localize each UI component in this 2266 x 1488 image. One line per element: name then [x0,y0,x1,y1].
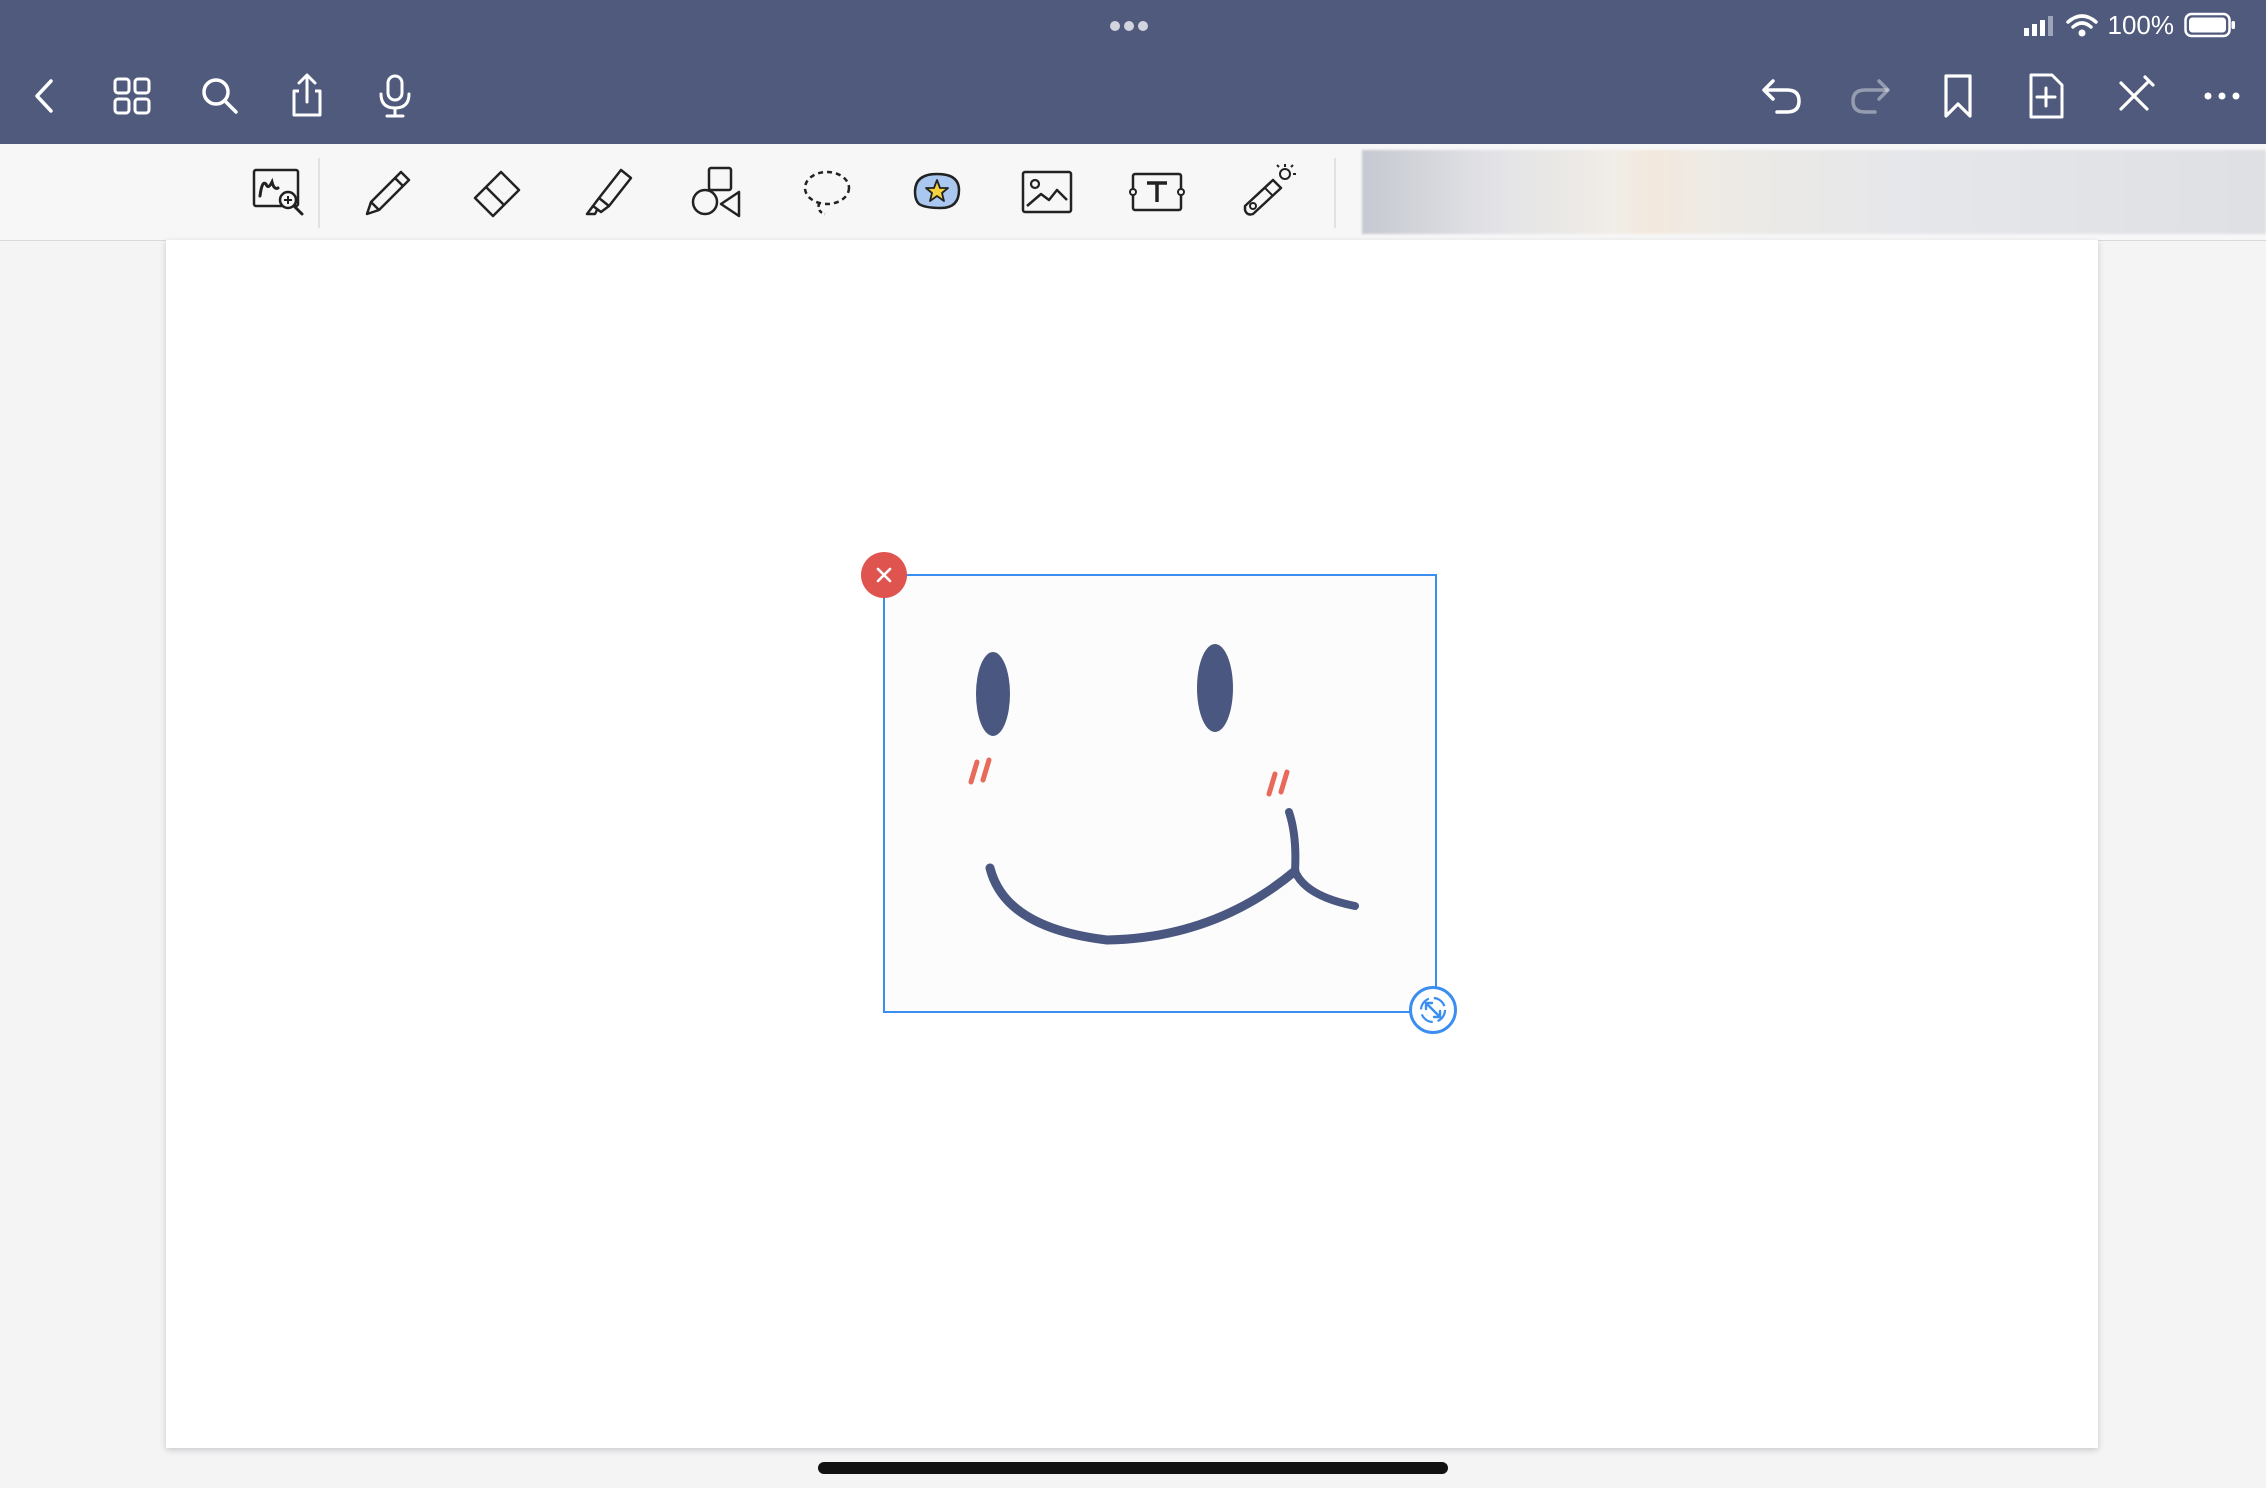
battery-percentage: 100% [2107,9,2175,40]
shapes-tool-icon [691,166,741,218]
close-icon [876,567,892,583]
multitasking-dots[interactable] [1110,18,1156,32]
left-blush [968,757,992,785]
zoom-window-tool-icon [252,168,304,216]
sticker-tool[interactable] [901,158,973,226]
bookmark-icon [1944,74,1972,118]
share-button[interactable] [277,66,337,126]
left-eye [976,652,1010,736]
page-overview-button[interactable] [102,66,162,126]
status-bar: 100% [2022,8,2237,42]
grid-view-icon [113,77,151,115]
tool-options-strip[interactable] [1362,150,2266,234]
top-navigation-bar: 100% [0,0,2266,144]
right-eye [1197,644,1233,732]
share-icon [292,73,322,117]
smile-mouth [985,863,1300,945]
zoom-window-tool[interactable] [242,158,314,226]
back-icon [35,79,53,113]
search-icon [202,78,238,114]
voice-record-button[interactable] [365,66,425,126]
undo-icon [1762,79,1801,114]
more-button[interactable] [2192,66,2252,126]
shapes-tool[interactable] [681,158,753,226]
back-button[interactable] [14,66,74,126]
laser-pointer-tool-icon [1243,164,1296,216]
eraser-tool[interactable] [461,158,533,226]
undo-button[interactable] [1752,66,1812,126]
redo-icon [1851,79,1890,114]
delete-selection-button[interactable] [861,552,907,598]
resize-rotate-handle[interactable] [1409,986,1457,1034]
signal-icon [2023,16,2053,36]
redo-button[interactable] [1840,66,1900,126]
exit-edit-button[interactable] [2104,66,2164,126]
selected-sticker[interactable] [883,574,1437,1013]
search-button[interactable] [190,66,250,126]
smiley-face-sticker [968,644,1359,945]
more-icon [2204,92,2240,100]
laser-pointer-tool[interactable] [1231,158,1303,226]
sticker-tool-icon [913,172,961,210]
pen-tool[interactable] [351,158,423,226]
add-page-icon [2029,73,2064,119]
microphone-icon [379,74,411,118]
smile-dimple [1285,808,1359,910]
home-indicator[interactable] [818,1462,1448,1474]
highlighter-tool[interactable] [571,158,643,226]
lasso-tool-icon [803,170,851,216]
text-tool[interactable] [1121,158,1193,226]
image-tool[interactable] [1011,158,1083,226]
image-tool-icon [1021,170,1073,214]
highlighter-tool-icon [585,168,633,216]
battery-icon [2184,12,2235,38]
right-blush [1266,769,1290,797]
pen-tool-icon [365,170,411,216]
toolbar-divider [318,158,320,228]
resize-icon [1419,996,1447,1024]
bookmark-button[interactable] [1928,66,1988,126]
add-page-button[interactable] [2016,66,2076,126]
eraser-tool-icon [473,170,521,218]
text-tool-icon [1129,172,1185,212]
exit-edit-icon [2119,75,2155,111]
toolbar-divider [1334,158,1336,228]
wifi-icon [2065,14,2098,37]
lasso-tool[interactable] [791,158,863,226]
